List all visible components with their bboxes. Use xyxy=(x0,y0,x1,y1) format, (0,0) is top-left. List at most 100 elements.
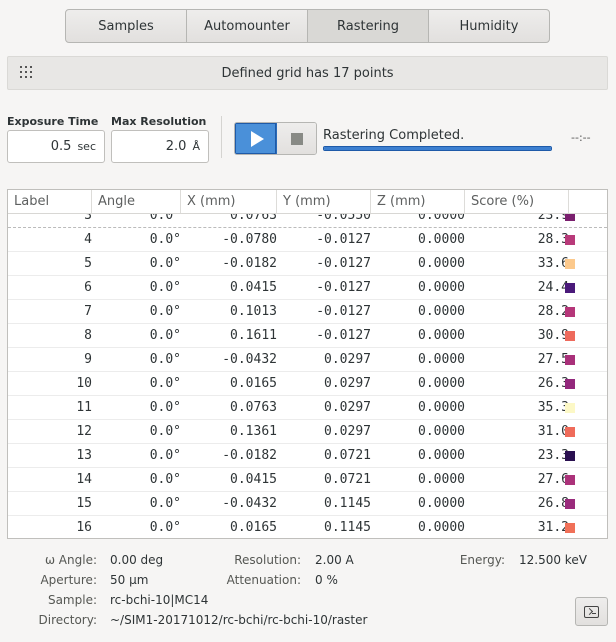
row-score: 28.2 xyxy=(537,304,569,319)
row-score: 31.0 xyxy=(537,424,569,439)
exposure-time-value: 0.5 xyxy=(50,139,72,154)
row-y: 0.0297 xyxy=(324,400,371,415)
row-z: 0.0000 xyxy=(418,400,465,415)
table-row[interactable]: 7 0.0° 0.1013 -0.0127 0.0000 28.2 xyxy=(8,300,607,324)
row-angle: 0.0° xyxy=(149,400,181,415)
energy-value: 12.500 keV xyxy=(519,553,587,567)
drag-handle-icon[interactable] xyxy=(20,66,32,80)
table-row[interactable]: 15 0.0° -0.0432 0.1145 0.0000 26.8 xyxy=(8,492,607,516)
score-color-swatch xyxy=(565,354,575,365)
tab-samples[interactable]: Samples xyxy=(66,10,187,42)
tab-automounter[interactable]: Automounter xyxy=(187,10,308,42)
score-color-swatch xyxy=(565,474,575,485)
column-header-label[interactable]: Label xyxy=(8,190,92,213)
table-row[interactable]: 16 0.0° 0.0165 0.1145 0.0000 31.2 xyxy=(8,516,607,538)
row-label: 12 xyxy=(76,424,92,439)
row-y: -0.0127 xyxy=(316,256,371,271)
grid-summary-text: Defined grid has 17 points xyxy=(221,65,394,81)
separator xyxy=(221,116,222,158)
row-y: 0.0297 xyxy=(324,352,371,367)
row-z: 0.0000 xyxy=(418,280,465,295)
attenuation-value: 0 % xyxy=(315,573,338,587)
row-label: 15 xyxy=(76,496,92,511)
exposure-time-unit: sec xyxy=(77,140,96,153)
row-z: 0.0000 xyxy=(418,376,465,391)
column-header-z[interactable]: Z (mm) xyxy=(371,190,465,213)
row-label: 10 xyxy=(76,376,92,391)
table-row[interactable]: 6 0.0° 0.0415 -0.0127 0.0000 24.4 xyxy=(8,276,607,300)
raster-results-table[interactable]: 3 0.0° 0.0763 -0.0550 0.0000 23.9 4 0.0° -0.0780… xyxy=(7,189,608,539)
table-row[interactable]: 8 0.0° 0.1611 -0.0127 0.0000 30.9 xyxy=(8,324,607,348)
column-header-y[interactable]: Y (mm) xyxy=(277,190,371,213)
column-header-score[interactable]: Score (%) xyxy=(465,190,569,213)
row-label: 7 xyxy=(84,304,92,319)
table-row[interactable]: 10 0.0° 0.0165 0.0297 0.0000 26.3 xyxy=(8,372,607,396)
table-row[interactable]: 9 0.0° -0.0432 0.0297 0.0000 27.5 xyxy=(8,348,607,372)
directory-label: Directory: xyxy=(38,613,97,627)
score-color-swatch xyxy=(565,234,575,245)
terminal-icon xyxy=(584,605,599,618)
row-x: 0.1611 xyxy=(230,328,277,343)
row-z: 0.0000 xyxy=(418,448,465,463)
raster-status-text: Rastering Completed. xyxy=(323,128,465,143)
raster-progress-fill xyxy=(324,147,551,150)
score-color-swatch xyxy=(565,498,575,509)
row-score: 26.8 xyxy=(537,496,569,511)
tab-humidity[interactable]: Humidity xyxy=(429,10,549,42)
row-angle: 0.0° xyxy=(149,352,181,367)
row-y: -0.0127 xyxy=(316,328,371,343)
stop-raster-button[interactable] xyxy=(277,123,316,154)
row-label: 16 xyxy=(76,520,92,535)
start-raster-button[interactable] xyxy=(235,123,277,154)
table-row[interactable]: 13 0.0° -0.0182 0.0721 0.0000 23.3 xyxy=(8,444,607,468)
table-row[interactable]: 5 0.0° -0.0182 -0.0127 0.0000 33.6 xyxy=(8,252,607,276)
row-label: 6 xyxy=(84,280,92,295)
raster-progress-bar xyxy=(323,146,552,151)
table-row[interactable]: 14 0.0° 0.0415 0.0721 0.0000 27.6 xyxy=(8,468,607,492)
aperture-value: 50 μm xyxy=(110,573,149,587)
row-score: 26.3 xyxy=(537,376,569,391)
omega-angle-label: ω Angle: xyxy=(44,553,97,567)
row-y: 0.0721 xyxy=(324,472,371,487)
exposure-time-field[interactable]: 0.5 sec xyxy=(7,130,105,163)
row-z: 0.0000 xyxy=(418,496,465,511)
row-score: 33.6 xyxy=(537,256,569,271)
sample-value: rc-bchi-10|MC14 xyxy=(110,593,209,607)
row-label: 11 xyxy=(76,400,92,415)
max-resolution-unit: Å xyxy=(192,140,200,153)
column-header-color xyxy=(569,190,607,213)
terminal-button[interactable] xyxy=(575,597,608,626)
row-z: 0.0000 xyxy=(418,472,465,487)
row-angle: 0.0° xyxy=(149,496,181,511)
tab-rastering[interactable]: Rastering xyxy=(308,10,429,42)
table-header: Label Angle X (mm) Y (mm) Z (mm) Score (… xyxy=(8,190,607,214)
raster-eta: --:-- xyxy=(571,131,591,144)
resolution-value: 2.00 A xyxy=(315,553,354,567)
table-row[interactable]: 12 0.0° 0.1361 0.0297 0.0000 31.0 xyxy=(8,420,607,444)
row-angle: 0.0° xyxy=(149,280,181,295)
max-resolution-field[interactable]: 2.0 Å xyxy=(111,130,209,163)
row-z: 0.0000 xyxy=(418,304,465,319)
row-angle: 0.0° xyxy=(149,304,181,319)
aperture-label: Aperture: xyxy=(40,573,97,587)
row-angle: 0.0° xyxy=(149,520,181,535)
table-body: 3 0.0° 0.0763 -0.0550 0.0000 23.9 4 0.0° -0.0780… xyxy=(8,204,607,538)
directory-value: ~/SIM1-20171012/rc-bchi/rc-bchi-10/raste… xyxy=(110,613,368,627)
stop-icon xyxy=(290,132,303,145)
table-row[interactable]: 4 0.0° -0.0780 -0.0127 0.0000 28.3 xyxy=(8,228,607,252)
score-color-swatch xyxy=(565,402,575,413)
row-x: -0.0182 xyxy=(222,448,277,463)
row-y: 0.1145 xyxy=(324,520,371,535)
table-row[interactable]: 11 0.0° 0.0763 0.0297 0.0000 35.3 xyxy=(8,396,607,420)
column-header-angle[interactable]: Angle xyxy=(92,190,181,213)
row-x: 0.0415 xyxy=(230,472,277,487)
row-y: 0.0297 xyxy=(324,376,371,391)
column-header-x[interactable]: X (mm) xyxy=(181,190,277,213)
row-label: 5 xyxy=(84,256,92,271)
row-score: 27.5 xyxy=(537,352,569,367)
row-y: 0.1145 xyxy=(324,496,371,511)
row-x: -0.0780 xyxy=(222,232,277,247)
score-color-swatch xyxy=(565,306,575,317)
row-z: 0.0000 xyxy=(418,352,465,367)
score-color-swatch xyxy=(565,426,575,437)
